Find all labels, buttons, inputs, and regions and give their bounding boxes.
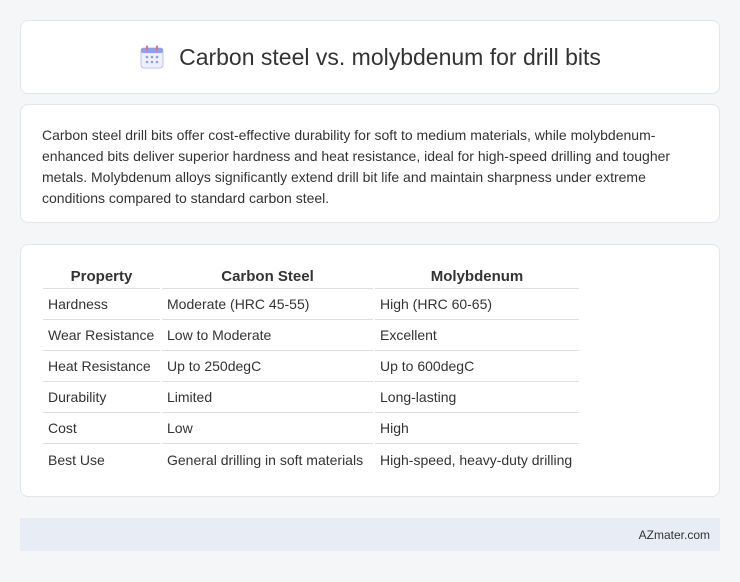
summary-card: Carbon steel drill bits offer cost-effec…	[20, 104, 720, 223]
title-card: Carbon steel vs. molybdenum for drill bi…	[20, 20, 720, 94]
cell-molybdenum: Up to 600degC	[375, 351, 579, 382]
cell-molybdenum: High (HRC 60-65)	[375, 289, 579, 320]
cell-property: Wear Resistance	[43, 320, 160, 351]
page-title: Carbon steel vs. molybdenum for drill bi…	[179, 43, 601, 70]
calendar-icon	[140, 45, 164, 69]
cell-molybdenum: High-speed, heavy-duty drilling	[380, 451, 573, 468]
table-header-row: Property Carbon Steel Molybdenum	[43, 267, 579, 289]
table-row: Hardness Moderate (HRC 45-55) High (HRC …	[43, 289, 579, 320]
title-wrap: Carbon steel vs. molybdenum for drill bi…	[139, 44, 601, 71]
cell-carbon-steel: Limited	[162, 382, 373, 413]
table-row: Heat Resistance Up to 250degC Up to 600d…	[43, 351, 579, 382]
cell-carbon-steel: Low to Moderate	[162, 320, 373, 351]
footer-site-link[interactable]: AZmater.com	[639, 528, 710, 542]
header-carbon-steel: Carbon Steel	[162, 267, 373, 289]
cell-property: Heat Resistance	[43, 351, 160, 382]
cell-carbon-steel: Up to 250degC	[162, 351, 373, 382]
table-row: Best Use General drilling in soft materi…	[43, 444, 579, 475]
comparison-card: Property Carbon Steel Molybdenum Hardnes…	[20, 244, 720, 497]
comparison-table: Property Carbon Steel Molybdenum Hardnes…	[41, 267, 581, 475]
cell-molybdenum: High	[375, 413, 579, 444]
table-row: Durability Limited Long-lasting	[43, 382, 579, 413]
header-property: Property	[43, 267, 160, 289]
table-row: Cost Low High	[43, 413, 579, 444]
cell-property: Durability	[43, 382, 160, 413]
cell-property: Hardness	[43, 289, 160, 320]
cell-carbon-steel: General drilling in soft materials	[167, 451, 364, 468]
cell-carbon-steel: Moderate (HRC 45-55)	[162, 289, 373, 320]
cell-carbon-steel: Low	[162, 413, 373, 444]
header-molybdenum: Molybdenum	[375, 267, 579, 289]
footer: AZmater.com	[20, 518, 720, 551]
cell-property: Best Use	[48, 451, 105, 468]
cell-property: Cost	[43, 413, 160, 444]
cell-molybdenum: Excellent	[375, 320, 579, 351]
table-row: Wear Resistance Low to Moderate Excellen…	[43, 320, 579, 351]
cell-molybdenum: Long-lasting	[375, 382, 579, 413]
summary-text: Carbon steel drill bits offer cost-effec…	[42, 127, 671, 206]
